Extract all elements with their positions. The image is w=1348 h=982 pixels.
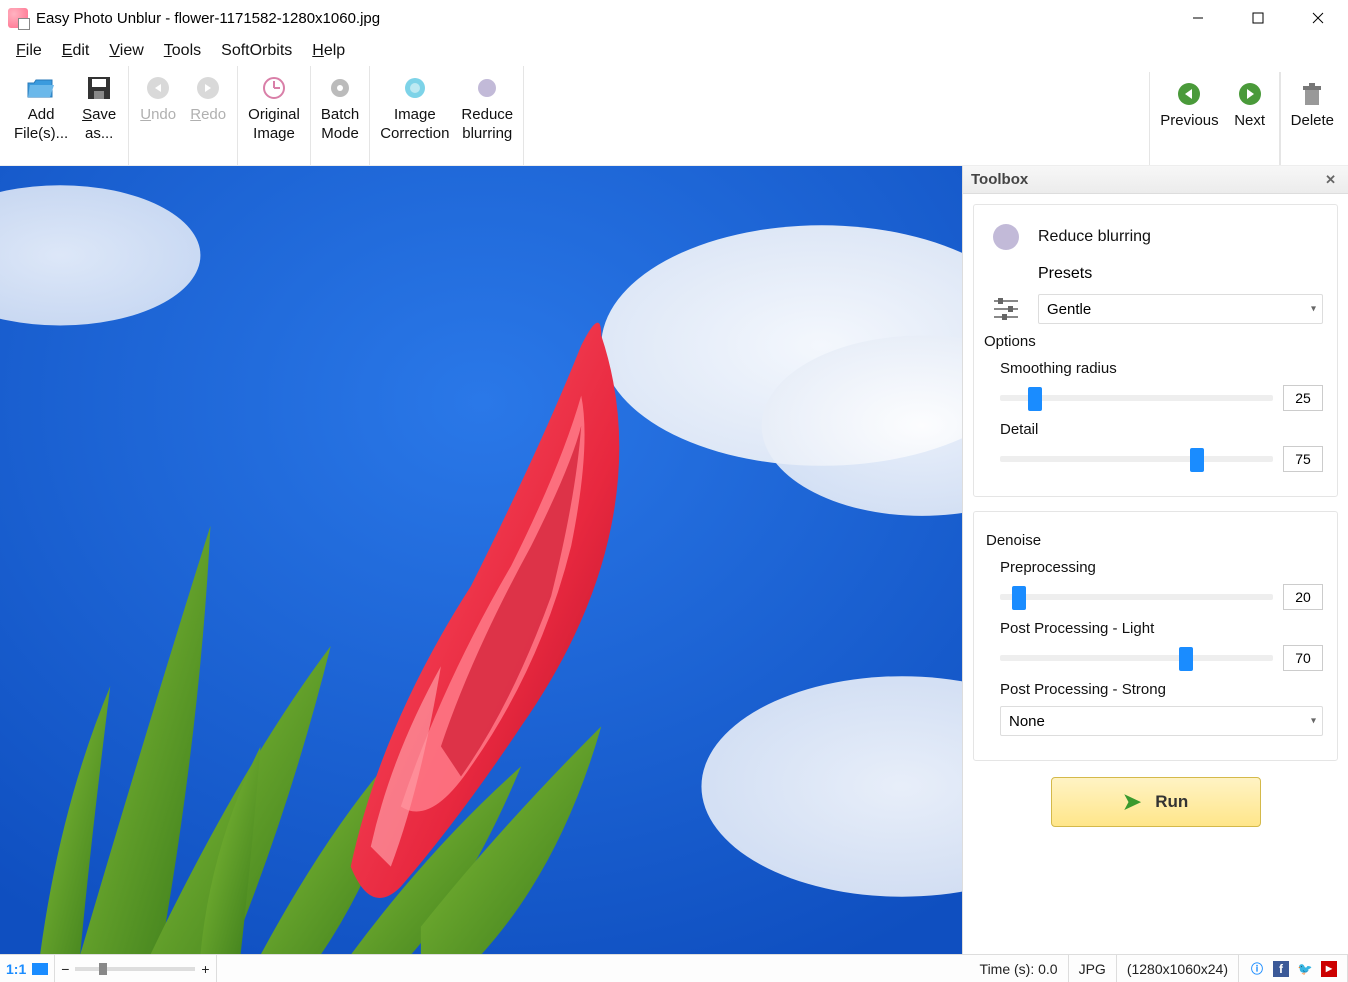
presets-label: Presets [1038,265,1323,283]
redo-icon [192,72,224,104]
preset-select[interactable]: Gentle ▾ [1038,294,1323,324]
zoom-segment: 1:1 [0,955,55,982]
maximize-button[interactable] [1228,0,1288,36]
titlebar: Easy Photo Unblur - flower-1171582-1280x… [0,0,1348,36]
menu-tools[interactable]: Tools [154,38,211,64]
time-status: Time (s): 0.0 [970,955,1069,982]
statusbar: 1:1 − + Time (s): 0.0 JPG (1280x1060x24)… [0,954,1348,982]
format-status: JPG [1069,955,1117,982]
save-as-button[interactable]: Saveas... [74,72,124,144]
smoothing-slider[interactable] [1000,395,1273,401]
batch-mode-button[interactable]: Batch Mode [315,72,365,144]
zoom-slider[interactable] [75,967,195,971]
previous-icon [1173,78,1205,110]
social-links: ⓘ f 🐦 ▶ [1239,955,1348,982]
previous-button[interactable]: Previous [1154,78,1224,131]
reduce-blurring-panel: Reduce blurring Presets Gentle ▾ Options… [973,204,1338,497]
run-arrow-icon: ➤ [1123,789,1141,815]
run-button[interactable]: ➤ Run [1051,777,1261,827]
detail-slider[interactable] [1000,456,1273,462]
post-light-value[interactable]: 70 [1283,645,1323,671]
dimensions-status: (1280x1060x24) [1117,955,1239,982]
blur-icon [471,72,503,104]
menu-edit[interactable]: Edit [52,38,100,64]
preprocessing-value[interactable]: 20 [1283,584,1323,610]
image-canvas[interactable] [0,166,962,954]
clock-icon [258,72,290,104]
toolbox-title: Toolbox [971,171,1028,188]
menubar: File Edit View Tools SoftOrbits Help [0,36,1348,66]
folder-open-icon [25,72,57,104]
next-icon [1234,78,1266,110]
main-area: Toolbox ✕ Reduce blurring Presets Gentle… [0,166,1348,954]
youtube-icon[interactable]: ▶ [1321,961,1337,977]
reduce-blurring-button[interactable]: Reduce blurring [455,72,519,144]
minimize-button[interactable] [1168,0,1228,36]
post-strong-select[interactable]: None ▾ [1000,706,1323,736]
denoise-label: Denoise [986,532,1323,549]
twitter-icon[interactable]: 🐦 [1297,961,1313,977]
info-icon[interactable]: ⓘ [1249,961,1265,977]
image-correction-button[interactable]: Image Correction [374,72,455,144]
toolbox-close-button[interactable]: ✕ [1321,172,1340,188]
zoom-out-button[interactable]: − [61,961,69,977]
post-light-label: Post Processing - Light [1000,620,1323,637]
denoise-panel: Denoise Preprocessing 20 Post Processing… [973,511,1338,761]
menu-view[interactable]: View [99,38,153,64]
chevron-down-icon: ▾ [1311,304,1316,315]
zoom-ratio[interactable]: 1:1 [6,961,26,977]
fit-screen-icon[interactable] [32,963,48,975]
blur-icon [988,219,1024,255]
close-button[interactable] [1288,0,1348,36]
redo-button[interactable]: Redo [183,72,233,125]
post-light-slider[interactable] [1000,655,1273,661]
smoothing-label: Smoothing radius [1000,360,1323,377]
trash-icon [1296,78,1328,110]
undo-icon [142,72,174,104]
toolbox-header: Toolbox ✕ [963,166,1348,194]
window-title: Easy Photo Unblur - flower-1171582-1280x… [36,10,380,27]
gear-icon [324,72,356,104]
detail-label: Detail [1000,421,1323,438]
facebook-icon[interactable]: f [1273,961,1289,977]
add-files-button[interactable]: Add File(s)... [8,72,74,144]
zoom-in-button[interactable]: + [201,961,209,977]
sparkle-icon [399,72,431,104]
delete-button[interactable]: Delete [1285,78,1340,131]
options-label: Options [984,333,1323,350]
menu-softorbits[interactable]: SoftOrbits [211,38,302,64]
toolbar: Add File(s)... Saveas... Undo Redo Origi… [0,66,1348,166]
next-button[interactable]: Next [1225,78,1275,131]
menu-help[interactable]: Help [302,38,355,64]
zoom-slider-segment: − + [55,955,216,982]
window-controls [1168,0,1348,36]
original-image-button[interactable]: Original Image [242,72,306,144]
undo-button[interactable]: Undo [133,72,183,125]
menu-file[interactable]: File [6,38,52,64]
detail-value[interactable]: 75 [1283,446,1323,472]
panel-title: Reduce blurring [1038,228,1151,246]
post-strong-label: Post Processing - Strong [1000,681,1323,698]
preprocessing-label: Preprocessing [1000,559,1323,576]
save-icon [83,72,115,104]
smoothing-value[interactable]: 25 [1283,385,1323,411]
preprocessing-slider[interactable] [1000,594,1273,600]
chevron-down-icon: ▾ [1311,716,1316,727]
app-icon [8,8,28,28]
sliders-icon [988,291,1024,327]
toolbox-panel: Toolbox ✕ Reduce blurring Presets Gentle… [962,166,1348,954]
